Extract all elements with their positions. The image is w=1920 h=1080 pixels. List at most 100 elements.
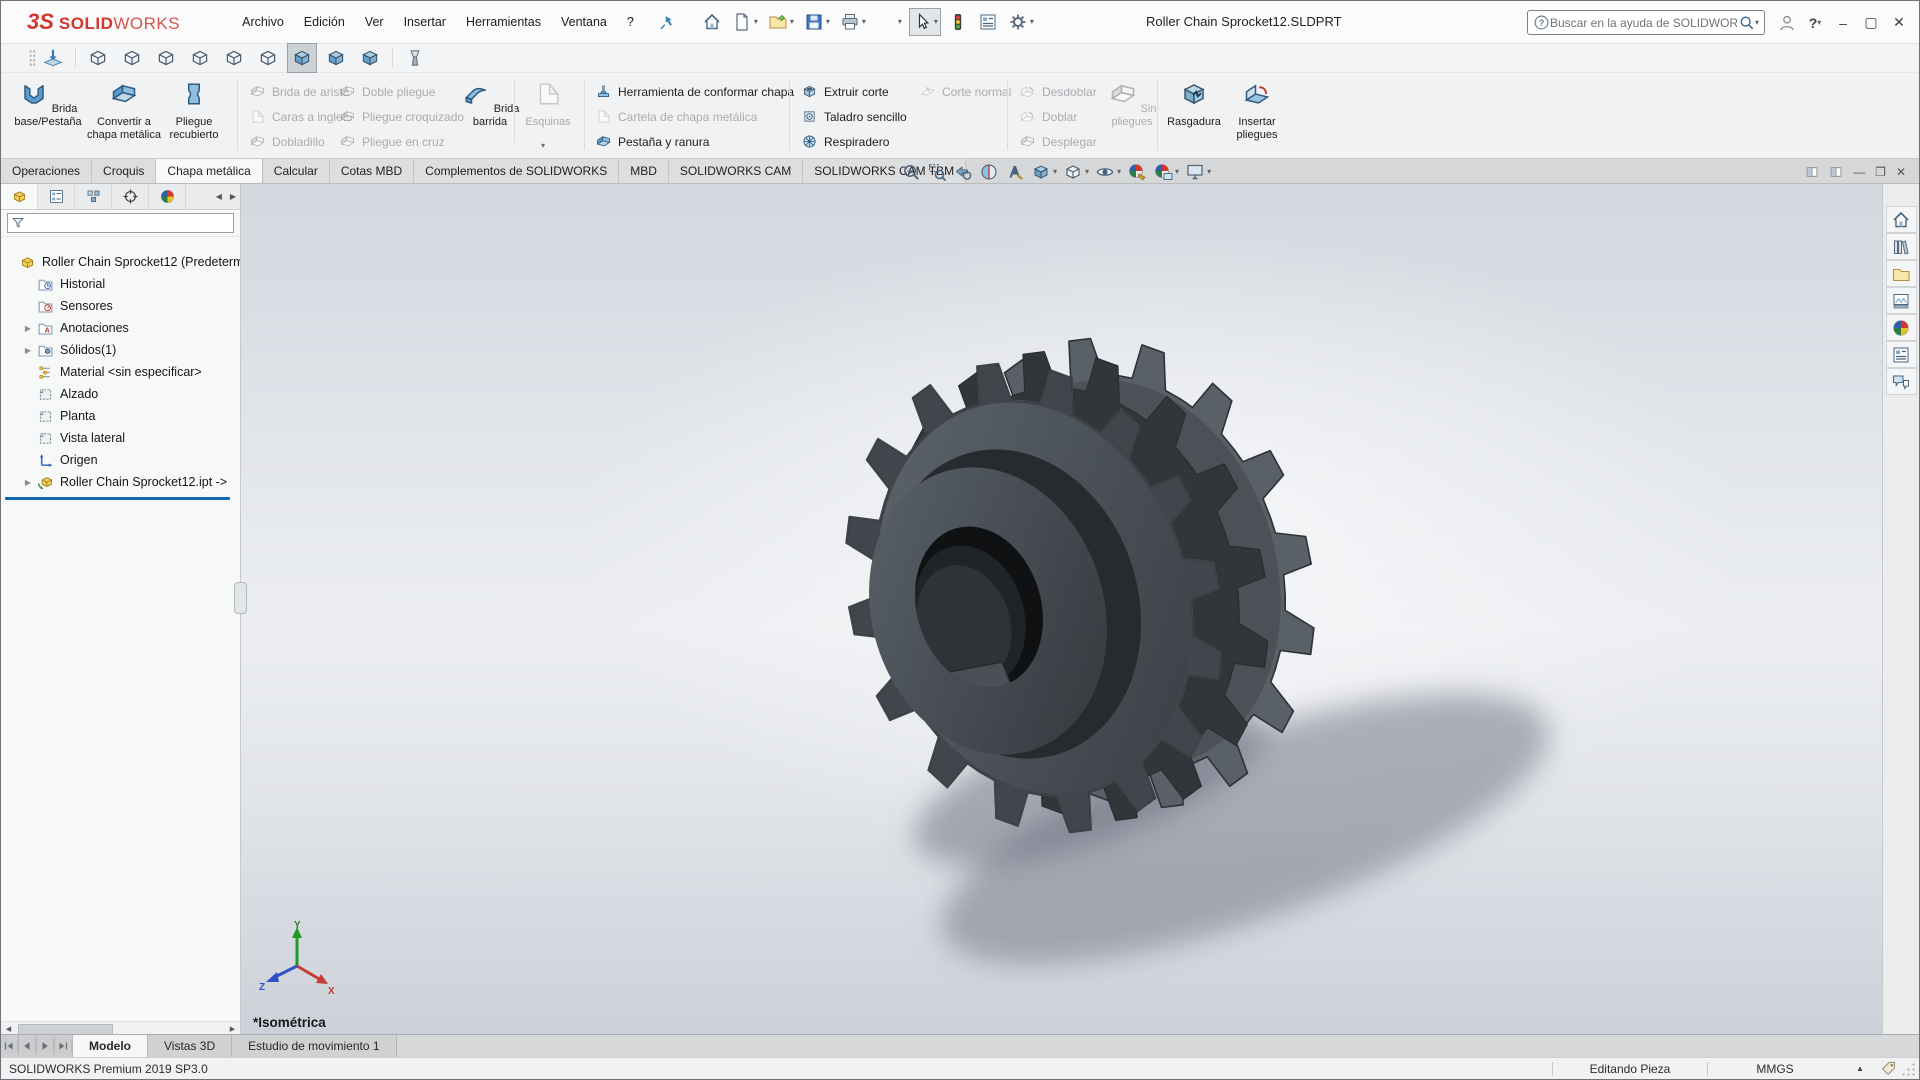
tab-nav-next[interactable] xyxy=(37,1035,55,1057)
taskpane-custom-properties-button[interactable] xyxy=(1886,341,1917,368)
esquinas-flyout-caret[interactable]: ▾ xyxy=(541,141,545,150)
brida-barrida-button[interactable]: Brida barrida xyxy=(459,77,521,129)
view-front-button[interactable] xyxy=(83,43,113,73)
extruir-corte-button[interactable]: Extruir corte xyxy=(801,79,907,104)
taskpane-appearances-button[interactable] xyxy=(1886,314,1917,341)
view-isometric-button[interactable] xyxy=(287,43,317,73)
tab-nav-prev[interactable] xyxy=(19,1035,37,1057)
view-left-button[interactable] xyxy=(151,43,181,73)
tab-croquis[interactable]: Croquis xyxy=(92,159,156,183)
feature-filter-input[interactable] xyxy=(25,217,230,229)
taskpane-file-explorer-button[interactable] xyxy=(1886,260,1917,287)
tab-vistas-3d[interactable]: Vistas 3D xyxy=(148,1035,232,1057)
taskpane-forum-button[interactable] xyxy=(1886,368,1917,395)
menu-ver[interactable]: Ver xyxy=(355,9,394,35)
display-style-button[interactable]: ▾ xyxy=(1063,162,1089,182)
rollback-bar[interactable] xyxy=(5,497,230,500)
login-user-icon[interactable] xyxy=(1777,13,1797,33)
graphics-area[interactable]: Y X Z *Isométrica xyxy=(241,184,1882,1036)
configurationmanager-tab[interactable] xyxy=(75,184,112,209)
print-button[interactable]: ▾ xyxy=(837,8,869,36)
toolbar-grip[interactable] xyxy=(29,49,36,67)
tree-item-origen[interactable]: Origen xyxy=(1,449,240,471)
annotations-button[interactable] xyxy=(1005,162,1025,182)
conformar-chapa-button[interactable]: Herramienta de conformar chapa xyxy=(595,79,794,104)
save-button[interactable]: ▾ xyxy=(801,8,833,36)
tree-item-root[interactable]: Roller Chain Sprocket12 (Predetermin xyxy=(1,251,240,273)
view-back-button[interactable] xyxy=(117,43,147,73)
help-menu-button[interactable]: ?▾ xyxy=(1801,9,1829,37)
previous-view-button[interactable] xyxy=(953,162,973,182)
minimize-button[interactable]: – xyxy=(1829,9,1857,37)
rebuild-button[interactable] xyxy=(945,8,971,36)
taskpane-view-palette-button[interactable] xyxy=(1886,287,1917,314)
view-settings-button[interactable]: ▾ xyxy=(1185,162,1211,182)
doc-close-button[interactable]: ✕ xyxy=(1896,165,1906,179)
tree-item-vista-lateral[interactable]: Vista lateral xyxy=(1,427,240,449)
tool-button[interactable] xyxy=(400,43,430,73)
pestana-ranura-button[interactable]: Pestaña y ranura xyxy=(595,129,794,154)
search-dropdown-caret[interactable]: ▾ xyxy=(1755,19,1759,27)
sprocket-model[interactable] xyxy=(241,184,1882,1036)
doc-minimize-button[interactable]: — xyxy=(1853,165,1865,179)
units-selector[interactable]: MMGS xyxy=(1710,1062,1840,1076)
menu-archivo[interactable]: Archivo xyxy=(232,9,294,35)
resize-grip[interactable] xyxy=(1900,1061,1916,1077)
tab-mbd[interactable]: MBD xyxy=(619,159,669,183)
view-right-button[interactable] xyxy=(185,43,215,73)
scroll-left-arrow[interactable]: ◀ xyxy=(1,1025,16,1033)
section-view-button[interactable] xyxy=(979,162,999,182)
edit-appearance-button[interactable] xyxy=(1127,162,1147,182)
tab-chapa-metalica[interactable]: Chapa metálica xyxy=(156,159,262,183)
search-input[interactable] xyxy=(1550,16,1738,30)
view-dimetric-button[interactable] xyxy=(355,43,385,73)
units-caret[interactable]: ▲ xyxy=(1840,1064,1880,1073)
tree-item-solidos[interactable]: ▶Sólidos(1) xyxy=(1,339,240,361)
brida-base-button[interactable]: Brida base/Pestaña xyxy=(11,77,85,129)
menu-help[interactable]: ? xyxy=(617,9,644,35)
tab-nav-last[interactable] xyxy=(55,1035,73,1057)
pane-right-icon[interactable] xyxy=(1829,165,1843,179)
new-document-button[interactable]: ▾ xyxy=(729,8,761,36)
select-button[interactable]: ▾ xyxy=(909,8,941,36)
zoom-area-button[interactable] xyxy=(927,162,947,182)
tree-item-alzado[interactable]: Alzado xyxy=(1,383,240,405)
view-top-button[interactable] xyxy=(219,43,249,73)
tab-solidworks-cam[interactable]: SOLIDWORKS CAM xyxy=(669,159,803,183)
view-orientation-button[interactable]: ▾ xyxy=(1031,162,1057,182)
maximize-button[interactable]: ▢ xyxy=(1857,9,1885,37)
taskpane-home-button[interactable] xyxy=(1886,206,1917,233)
featuremanager-tab[interactable] xyxy=(1,184,38,209)
taladro-sencillo-button[interactable]: Taladro sencillo xyxy=(801,104,907,129)
tree-item-sensores[interactable]: Sensores xyxy=(1,295,240,317)
tag-icon[interactable] xyxy=(1880,1060,1897,1077)
tree-item-imported-part[interactable]: ▶Roller Chain Sprocket12.ipt -> xyxy=(1,471,240,493)
respiradero-button[interactable]: Respiradero xyxy=(801,129,907,154)
tree-item-planta[interactable]: Planta xyxy=(1,405,240,427)
apply-scene-button[interactable]: ▾ xyxy=(1153,162,1179,182)
view-bottom-button[interactable] xyxy=(253,43,283,73)
propertymanager-tab[interactable] xyxy=(38,184,75,209)
menu-insertar[interactable]: Insertar xyxy=(394,9,456,35)
tab-estudio-movimiento[interactable]: Estudio de movimiento 1 xyxy=(232,1035,396,1057)
tree-item-historial[interactable]: Historial xyxy=(1,273,240,295)
tab-cotas-mbd[interactable]: Cotas MBD xyxy=(330,159,414,183)
scroll-right-arrow[interactable]: ▶ xyxy=(225,1025,240,1033)
menu-edicion[interactable]: Edición xyxy=(294,9,355,35)
help-search-box[interactable]: ? ▾ xyxy=(1527,10,1765,35)
tab-complementos[interactable]: Complementos de SOLIDWORKS xyxy=(414,159,619,183)
convertir-chapa-button[interactable]: Convertir a chapa metálica xyxy=(87,77,161,142)
rasgadura-button[interactable]: Rasgadura xyxy=(1161,77,1227,129)
tab-nav-first[interactable] xyxy=(1,1035,19,1057)
file-properties-button[interactable] xyxy=(975,8,1001,36)
close-button[interactable]: ✕ xyxy=(1885,9,1913,37)
scroll-thumb[interactable] xyxy=(18,1024,113,1035)
pane-left-icon[interactable] xyxy=(1805,165,1819,179)
tab-calcular[interactable]: Calcular xyxy=(263,159,330,183)
insertar-pliegues-button[interactable]: Insertar pliegues xyxy=(1227,77,1287,142)
tree-item-anotaciones[interactable]: ▶AAnotaciones xyxy=(1,317,240,339)
options-button[interactable]: ▾ xyxy=(1005,8,1037,36)
fm-tab-scroll-right[interactable]: ▶ xyxy=(226,192,240,201)
doc-restore-button[interactable]: ❐ xyxy=(1875,165,1886,179)
open-button[interactable]: ▾ xyxy=(765,8,797,36)
